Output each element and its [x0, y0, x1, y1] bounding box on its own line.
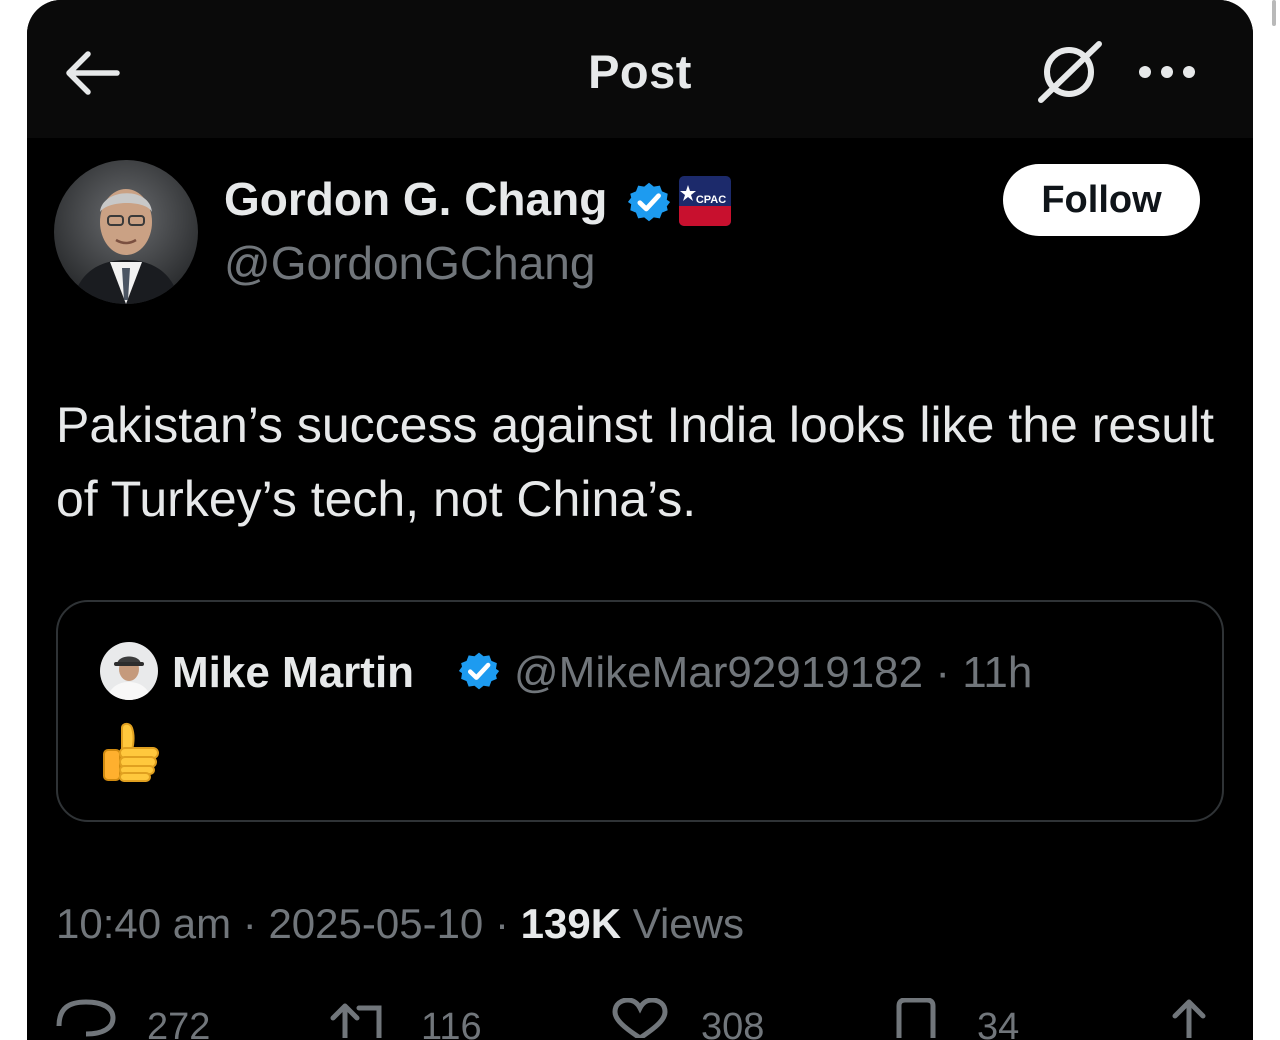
- cpac-affiliation-icon[interactable]: CPAC: [679, 176, 731, 226]
- more-dots-icon: [1139, 66, 1195, 78]
- views-count: 139K: [520, 900, 622, 947]
- quote-verified-badge-icon: [458, 652, 500, 690]
- follow-button[interactable]: Follow: [1003, 164, 1200, 236]
- scrollbar[interactable]: [1272, 0, 1276, 26]
- repost-icon: [330, 1003, 382, 1038]
- grok-icon: [1038, 41, 1102, 103]
- heart-icon: [612, 998, 668, 1038]
- bookmark-icon: [896, 998, 936, 1038]
- share-icon: [1172, 999, 1206, 1038]
- reply-count: 272: [147, 1006, 211, 1040]
- post-date: 2025-05-10: [268, 900, 484, 947]
- reply-icon: [56, 999, 116, 1037]
- post-screen: Post Gordon G. Chang CPAC @GordonGChang …: [27, 0, 1253, 1040]
- quote-author-avatar: [100, 642, 158, 700]
- quote-author-name: Mike Martin: [172, 648, 415, 697]
- quote-handle-time: @MikeMar92919182 · 11h: [514, 648, 1033, 697]
- like-count: 308: [701, 1006, 765, 1040]
- quoted-post-card[interactable]: Mike Martin @MikeMar92919182 · 11h: [56, 600, 1224, 822]
- top-bar: Post: [27, 0, 1253, 138]
- grok-button[interactable]: [1035, 38, 1107, 104]
- thumbs-up-emoji: [100, 720, 162, 786]
- post-timestamp: 10:40 am · 2025-05-10 · 139K Views: [56, 900, 744, 947]
- author-name[interactable]: Gordon G. Chang: [224, 172, 607, 226]
- author-handle[interactable]: @GordonGChang: [224, 236, 595, 290]
- verified-badge-icon: [627, 182, 671, 222]
- views-label: Views: [632, 900, 744, 947]
- post-time: 10:40 am: [56, 900, 232, 947]
- more-button[interactable]: [1135, 58, 1199, 86]
- repost-count: 116: [421, 1006, 482, 1040]
- author-avatar[interactable]: [54, 160, 198, 304]
- bookmark-count: 34: [977, 1006, 1020, 1040]
- tweet-text: Pakistan’s success against India looks l…: [56, 397, 1215, 527]
- cpac-label: CPAC: [696, 194, 726, 206]
